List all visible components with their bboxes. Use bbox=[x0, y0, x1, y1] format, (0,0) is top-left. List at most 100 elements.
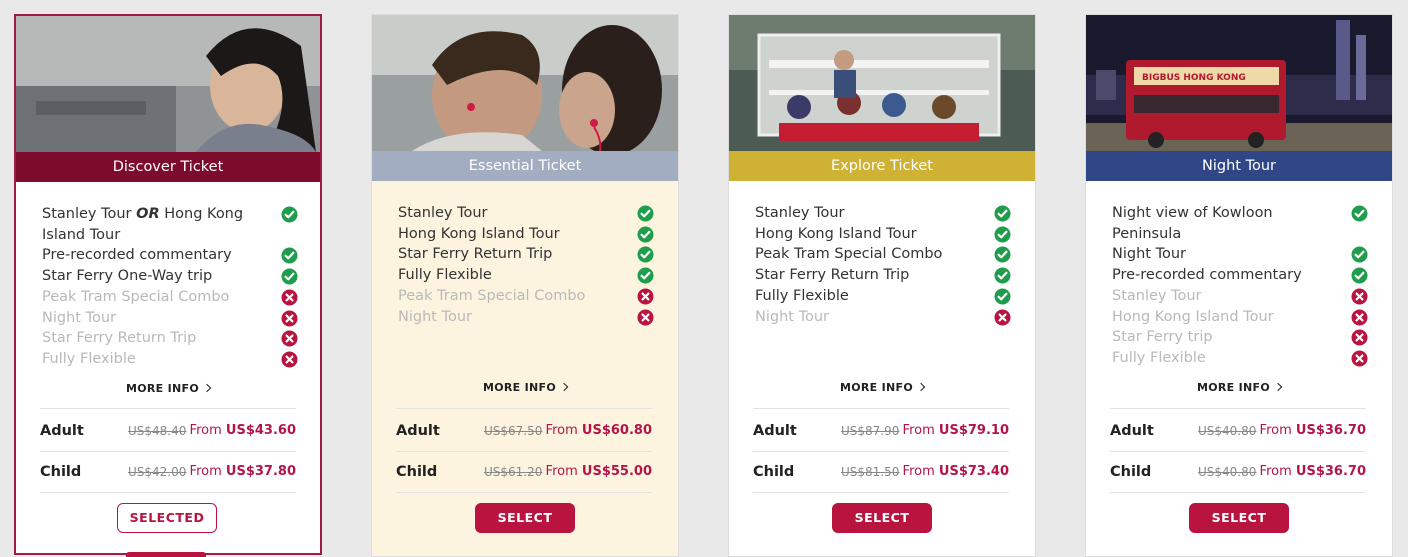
feature-item: Night Tour bbox=[755, 307, 1011, 328]
chevron-right-icon bbox=[916, 382, 926, 392]
feature-text: Peak Tram Special Combo bbox=[755, 246, 943, 263]
ticket-card-explore[interactable]: Explore Ticket Stanley Tour Hong Kong Is… bbox=[728, 14, 1036, 557]
feature-text: Fully Flexible bbox=[755, 287, 849, 304]
more-info-label[interactable]: MORE INFO bbox=[1197, 381, 1270, 394]
child-price-row: Child US$42.00 From US$37.80 bbox=[40, 452, 296, 492]
divider bbox=[396, 492, 652, 493]
check-icon bbox=[994, 205, 1011, 222]
cross-icon bbox=[637, 288, 654, 305]
check-icon bbox=[281, 247, 298, 264]
feature-text: Pre-recorded commentary bbox=[1112, 267, 1302, 284]
feature-item: Hong Kong Island Tour bbox=[755, 224, 1011, 245]
feature-item: Star Ferry trip bbox=[1112, 327, 1368, 348]
select-button[interactable]: SELECT bbox=[475, 503, 575, 533]
adult-price-row: Adult US$67.50 From US$60.80 bbox=[396, 411, 652, 451]
feature-item: Fully Flexible bbox=[398, 265, 654, 286]
sale-price: From US$43.60 bbox=[190, 423, 296, 438]
cross-icon bbox=[1351, 309, 1368, 326]
feature-item: Night view of Kowloon Peninsula bbox=[1112, 203, 1368, 244]
feature-list: Night view of Kowloon Peninsula Night To… bbox=[1112, 203, 1368, 369]
price-label: Adult bbox=[396, 423, 440, 439]
feature-text: Star Ferry trip bbox=[1112, 329, 1213, 346]
more-info-link[interactable]: MORE INFO bbox=[729, 381, 1035, 394]
feature-item: Star Ferry Return Trip bbox=[755, 265, 1011, 286]
original-price: US$81.50 bbox=[841, 465, 900, 479]
feature-item: Stanley Tour bbox=[398, 203, 654, 224]
feature-text: Peak Tram Special Combo bbox=[398, 287, 586, 304]
from-label: From bbox=[189, 423, 222, 438]
more-info-link[interactable]: MORE INFO bbox=[1086, 381, 1392, 394]
adult-price-row: Adult US$87.90 From US$79.10 bbox=[753, 411, 1009, 451]
feature-list: Stanley Tour OR Hong Kong Island Tour Pr… bbox=[42, 204, 298, 370]
select-button[interactable]: SELECT bbox=[1189, 503, 1289, 533]
more-info-link[interactable]: MORE INFO bbox=[16, 382, 320, 395]
price-label: Adult bbox=[1110, 423, 1154, 439]
from-label: From bbox=[902, 423, 935, 438]
check-icon bbox=[637, 226, 654, 243]
more-info-link[interactable]: MORE INFO bbox=[372, 381, 678, 394]
original-price: US$40.80 bbox=[1198, 424, 1257, 438]
ticket-title: Discover Ticket bbox=[16, 152, 320, 182]
chevron-right-icon bbox=[559, 382, 569, 392]
ticket-card-essential[interactable]: Essential Ticket Stanley Tour Hong Kong … bbox=[371, 14, 679, 557]
more-info-label[interactable]: MORE INFO bbox=[840, 381, 913, 394]
price-label: Child bbox=[753, 464, 795, 480]
feature-list: Stanley Tour Hong Kong Island Tour Star … bbox=[398, 203, 654, 327]
feature-text-part: Stanley Tour bbox=[42, 206, 137, 222]
ticket-photo-woman bbox=[16, 16, 320, 152]
sale-price: From US$73.40 bbox=[903, 464, 1009, 479]
feature-item: Fully Flexible bbox=[42, 349, 298, 370]
price-label: Child bbox=[1110, 464, 1152, 480]
ticket-title: Explore Ticket bbox=[729, 151, 1035, 181]
ticket-card-discover[interactable]: Discover Ticket Stanley Tour OR Hong Kon… bbox=[14, 14, 322, 555]
feature-item: Peak Tram Special Combo bbox=[755, 244, 1011, 265]
divider bbox=[40, 408, 296, 409]
sticky-tab[interactable] bbox=[126, 552, 206, 557]
divider bbox=[753, 408, 1009, 409]
price-value: US$36.70 bbox=[1295, 464, 1366, 479]
feature-text: Night Tour bbox=[755, 308, 829, 325]
feature-text: Star Ferry Return Trip bbox=[755, 267, 910, 284]
price-value: US$55.00 bbox=[581, 464, 652, 479]
bus-sign-text: BIGBUS HONG KONG bbox=[1142, 73, 1246, 83]
feature-text: Stanley Tour bbox=[1112, 287, 1202, 304]
child-price-row: Child US$81.50 From US$73.40 bbox=[753, 452, 1009, 492]
selected-button[interactable]: SELECTED bbox=[117, 503, 217, 533]
feature-item: Night Tour bbox=[398, 307, 654, 328]
divider bbox=[1110, 408, 1366, 409]
ticket-photo-night-bus: BIGBUS HONG KONG bbox=[1086, 15, 1392, 151]
feature-text: Night view of Kowloon Peninsula bbox=[1112, 205, 1273, 242]
feature-item: Star Ferry Return Trip bbox=[42, 328, 298, 349]
original-price: US$48.40 bbox=[128, 424, 187, 438]
price-value: US$36.70 bbox=[1295, 423, 1366, 438]
more-info-label[interactable]: MORE INFO bbox=[126, 382, 199, 395]
ticket-title: Night Tour bbox=[1086, 151, 1392, 181]
ticket-card-night[interactable]: BIGBUS HONG KONG Night Tour Night view o… bbox=[1085, 14, 1393, 557]
feature-item: Fully Flexible bbox=[1112, 348, 1368, 369]
original-price: US$67.50 bbox=[484, 424, 543, 438]
original-price: US$40.80 bbox=[1198, 465, 1257, 479]
chevron-right-icon bbox=[1273, 382, 1283, 392]
child-price-row: Child US$40.80 From US$36.70 bbox=[1110, 452, 1366, 492]
sale-price: From US$79.10 bbox=[903, 423, 1009, 438]
original-price: US$61.20 bbox=[484, 465, 543, 479]
price-value: US$73.40 bbox=[938, 464, 1009, 479]
cross-icon bbox=[994, 309, 1011, 326]
feature-text: Night Tour bbox=[1112, 246, 1186, 263]
cross-icon bbox=[281, 310, 298, 327]
check-icon bbox=[1351, 246, 1368, 263]
feature-item: Stanley Tour bbox=[1112, 286, 1368, 307]
more-info-label[interactable]: MORE INFO bbox=[483, 381, 556, 394]
sale-price: From US$36.70 bbox=[1260, 423, 1366, 438]
feature-text-part-emphasis: OR bbox=[136, 206, 160, 222]
feature-item: Star Ferry Return Trip bbox=[398, 244, 654, 265]
from-label: From bbox=[1259, 423, 1292, 438]
select-button[interactable]: SELECT bbox=[832, 503, 932, 533]
feature-item: Hong Kong Island Tour bbox=[398, 224, 654, 245]
feature-item: Fully Flexible bbox=[755, 286, 1011, 307]
check-icon bbox=[994, 226, 1011, 243]
divider bbox=[40, 492, 296, 493]
cross-icon bbox=[1351, 329, 1368, 346]
from-label: From bbox=[545, 423, 578, 438]
feature-item: Peak Tram Special Combo bbox=[398, 286, 654, 307]
